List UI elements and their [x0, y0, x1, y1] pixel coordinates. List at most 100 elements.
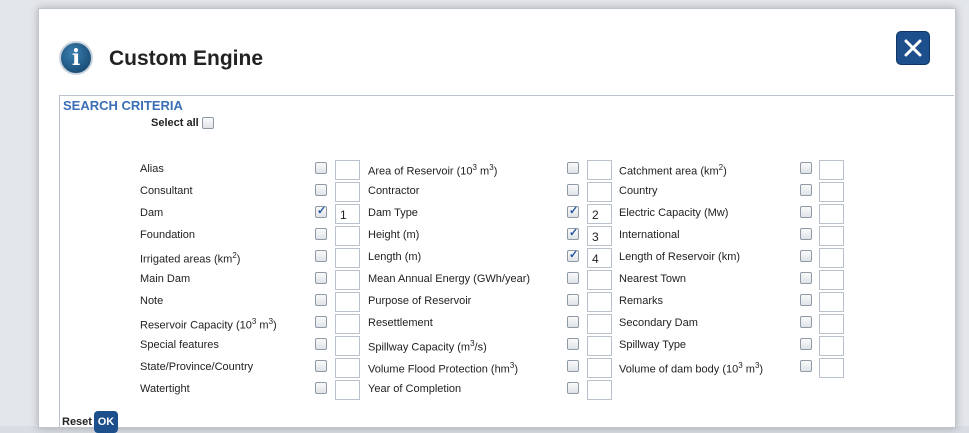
criterion-checkbox[interactable]	[315, 204, 327, 218]
criterion-order-input[interactable]	[819, 358, 844, 378]
criterion-order-input[interactable]	[587, 380, 612, 400]
criterion-label: Watertight	[140, 383, 190, 395]
criterion-order-input[interactable]: 2	[587, 204, 612, 224]
criterion-label: Area of Reservoir (103 m3)	[368, 163, 498, 178]
criterion-order-input[interactable]	[335, 160, 360, 180]
criterion-checkbox[interactable]	[315, 272, 327, 284]
criterion-order-input[interactable]	[335, 248, 360, 268]
criterion-order-input[interactable]	[819, 270, 844, 290]
criterion-checkbox[interactable]	[800, 184, 812, 196]
info-icon: i	[59, 41, 93, 75]
criterion-label: Dam Type	[368, 207, 418, 219]
criterion-label: Consultant	[140, 185, 193, 197]
criterion-label: State/Province/Country	[140, 361, 254, 373]
ok-button[interactable]: OK	[93, 411, 118, 433]
criterion-checkbox[interactable]	[567, 338, 579, 350]
criterion-checkbox[interactable]	[315, 338, 327, 350]
criterion-label: Irrigated areas (km2)	[140, 251, 241, 266]
criterion-order-input[interactable]	[587, 358, 612, 378]
criterion-checkbox[interactable]	[800, 228, 812, 240]
criterion-order-input[interactable]	[819, 314, 844, 334]
criterion-label: Year of Completion	[368, 383, 462, 395]
criterion-checkbox[interactable]	[567, 294, 579, 306]
criterion-label: Reservoir Capacity (103 m3)	[140, 317, 277, 332]
criterion-order-input[interactable]	[335, 226, 360, 246]
criterion-order-input[interactable]	[587, 292, 612, 312]
criterion-order-input[interactable]	[819, 182, 844, 202]
criterion-checkbox[interactable]	[315, 316, 327, 328]
criterion-order-input[interactable]	[819, 292, 844, 312]
criterion-checkbox[interactable]	[567, 226, 579, 240]
criterion-label: Spillway Type	[619, 339, 687, 351]
criterion-checkbox[interactable]	[567, 248, 579, 262]
criterion-label: Special features	[140, 339, 219, 351]
criterion-order-input[interactable]	[819, 160, 844, 180]
criterion-order-input[interactable]	[335, 292, 360, 312]
close-button[interactable]	[896, 31, 930, 65]
criterion-label: Purpose of Reservoir	[368, 295, 472, 307]
criteria-row: Alias Area of Reservoir (103 m3) Catchment…	[60, 160, 955, 182]
criterion-order-input[interactable]	[819, 204, 844, 224]
criterion-label: Resettlement	[368, 317, 433, 329]
criterion-order-input[interactable]: 4	[587, 248, 612, 268]
criterion-label: Alias	[140, 163, 164, 175]
criterion-checkbox[interactable]	[567, 382, 579, 394]
criterion-checkbox[interactable]	[800, 250, 812, 262]
criterion-order-input[interactable]	[335, 314, 360, 334]
criterion-checkbox[interactable]	[567, 184, 579, 196]
criterion-checkbox[interactable]	[315, 250, 327, 262]
reset-link[interactable]: Reset	[62, 416, 92, 428]
select-all-checkbox[interactable]	[201, 117, 214, 129]
criterion-order-input[interactable]	[335, 358, 360, 378]
criterion-checkbox[interactable]	[315, 294, 327, 306]
criterion-order-input[interactable]	[819, 226, 844, 246]
criterion-order-input[interactable]	[335, 336, 360, 356]
criterion-checkbox[interactable]	[800, 162, 812, 174]
criterion-checkbox[interactable]	[315, 162, 327, 174]
criterion-checkbox[interactable]	[567, 162, 579, 174]
criterion-checkbox[interactable]	[567, 204, 579, 218]
criterion-order-input[interactable]	[335, 270, 360, 290]
criteria-row: Irrigated areas (km2) Length (m) 4 Length o…	[60, 248, 955, 270]
criterion-order-input[interactable]	[587, 270, 612, 290]
criterion-checkbox[interactable]	[800, 294, 812, 306]
criterion-label: Main Dam	[140, 273, 191, 285]
criterion-order-input[interactable]	[335, 380, 360, 400]
criterion-checkbox[interactable]	[567, 316, 579, 328]
criterion-checkbox[interactable]	[567, 360, 579, 372]
criteria-row: Special features Spillway Capacity (m3/s)…	[60, 336, 955, 358]
criterion-label: Contractor	[368, 185, 420, 197]
criterion-label: Note	[140, 295, 164, 307]
criteria-row: Reservoir Capacity (103 m3) Resettlement S…	[60, 314, 955, 336]
criterion-order-input[interactable]	[587, 160, 612, 180]
criteria-row: Main Dam Mean Annual Energy (GWh/year) Nea…	[60, 270, 955, 292]
criterion-order-input[interactable]	[819, 248, 844, 268]
criterion-label: Spillway Capacity (m3/s)	[368, 339, 487, 354]
criterion-checkbox[interactable]	[315, 184, 327, 196]
criterion-checkbox[interactable]	[315, 382, 327, 394]
criterion-label: Height (m)	[368, 229, 420, 241]
criterion-checkbox[interactable]	[800, 316, 812, 328]
criterion-order-input[interactable]	[819, 336, 844, 356]
criterion-checkbox[interactable]	[567, 272, 579, 284]
criterion-label: Foundation	[140, 229, 196, 241]
criterion-label: Length of Reservoir (km)	[619, 251, 741, 263]
criterion-order-input[interactable]	[587, 314, 612, 334]
criterion-checkbox[interactable]	[800, 272, 812, 284]
criteria-row: Dam 1 Dam Type 2 Electric Capacity (Mw)	[60, 204, 955, 226]
criterion-checkbox[interactable]	[800, 360, 812, 372]
criterion-checkbox[interactable]	[800, 338, 812, 350]
criteria-row: Foundation Height (m) 3 International	[60, 226, 955, 248]
criterion-order-input[interactable]: 1	[335, 204, 360, 224]
criterion-label: Length (m)	[368, 251, 422, 263]
dialog-title: Custom Engine	[109, 47, 264, 70]
criterion-checkbox[interactable]	[800, 206, 812, 218]
criterion-label: Remarks	[619, 295, 664, 307]
criterion-checkbox[interactable]	[315, 228, 327, 240]
criteria-row: Watertight Year of Completion	[60, 380, 955, 402]
criterion-checkbox[interactable]	[315, 360, 327, 372]
criterion-order-input[interactable]	[335, 182, 360, 202]
criterion-order-input[interactable]: 3	[587, 226, 612, 246]
criterion-order-input[interactable]	[587, 336, 612, 356]
criterion-order-input[interactable]	[587, 182, 612, 202]
